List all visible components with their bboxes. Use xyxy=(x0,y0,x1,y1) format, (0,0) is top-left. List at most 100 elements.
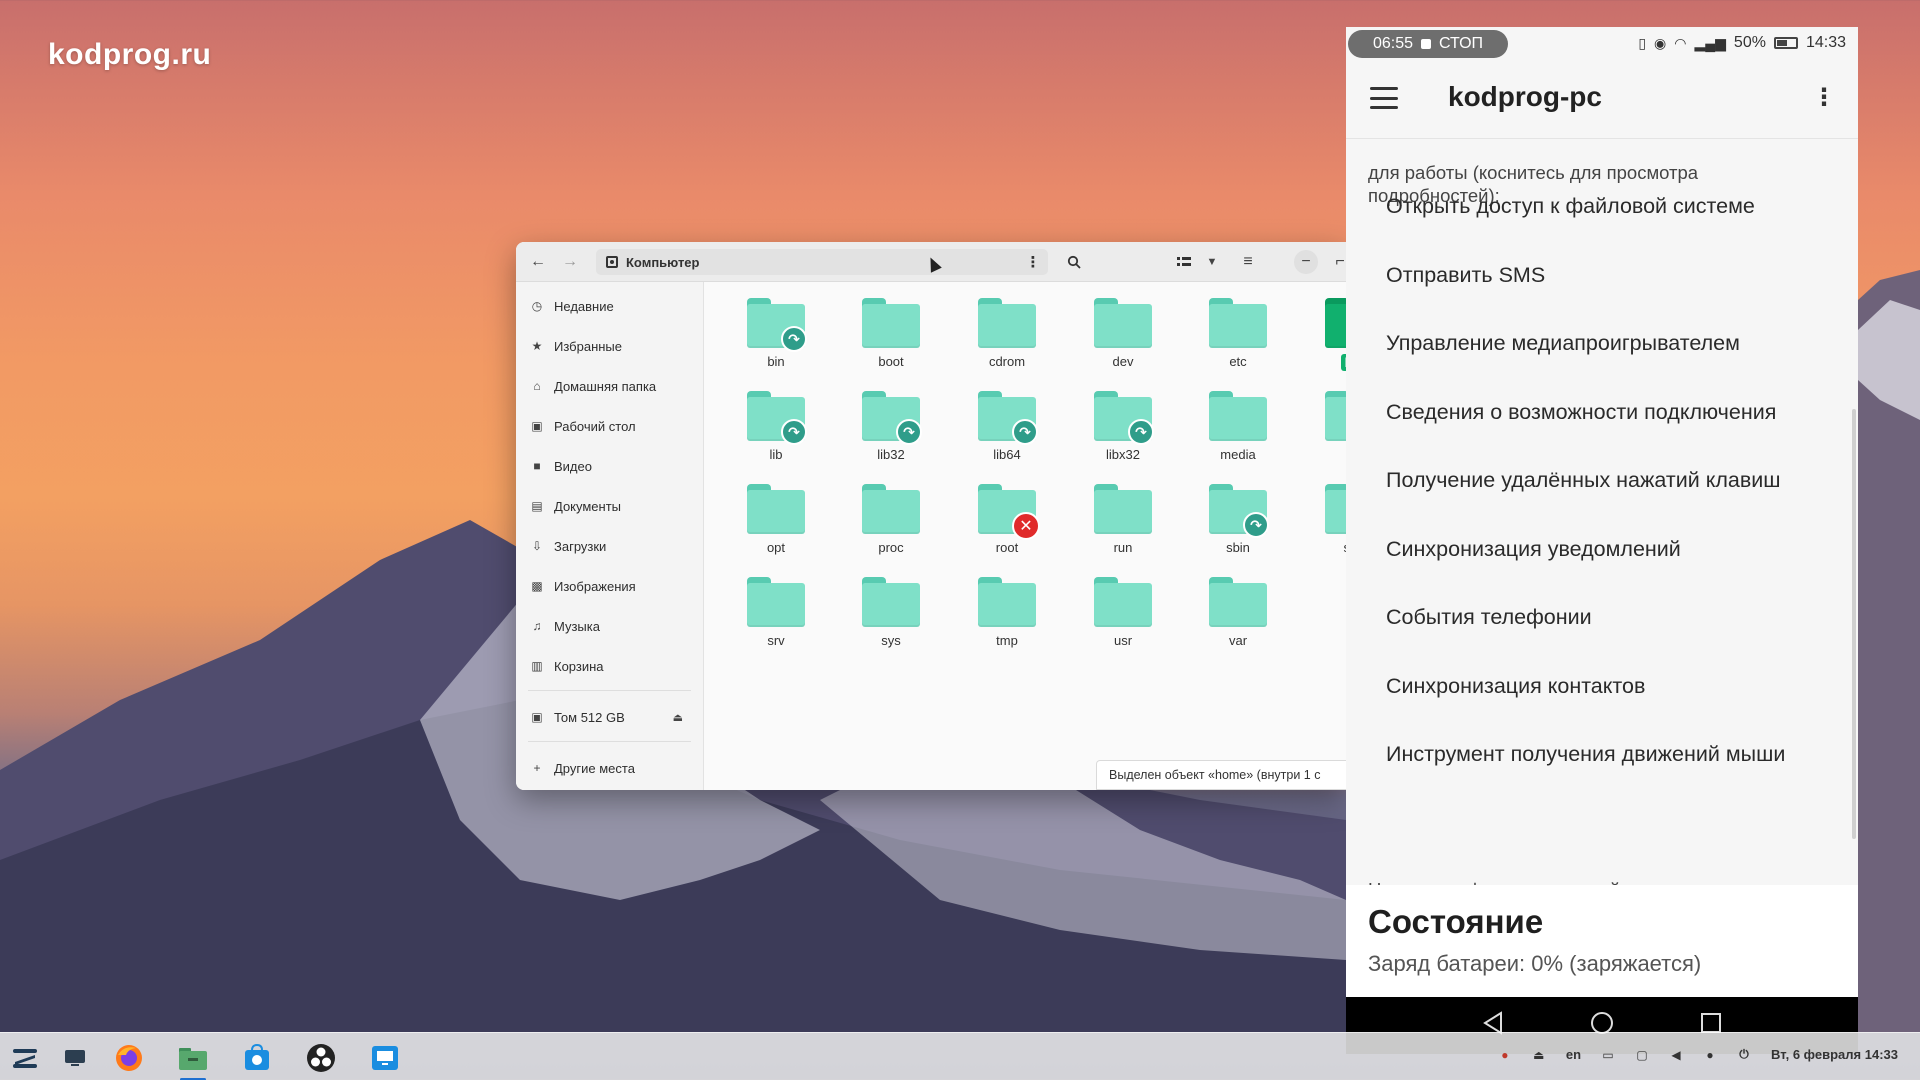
plugin-item[interactable]: События телефонии xyxy=(1386,605,1592,630)
sidebar-item[interactable]: ⌂ Домашняя папка xyxy=(516,366,703,406)
plugin-item[interactable]: Открыть доступ к файловой системе xyxy=(1386,194,1755,219)
folder-item[interactable]: proc xyxy=(843,468,939,558)
desktop-icon: ▣ xyxy=(531,419,543,433)
folder-item[interactable]: mr xyxy=(1306,375,1346,465)
state-section: Состояние Заряд батареи: 0% (заряжается) xyxy=(1346,885,1858,997)
folder-item[interactable]: run xyxy=(1075,468,1171,558)
folder-item[interactable]: etc xyxy=(1190,282,1286,372)
software-store-icon[interactable] xyxy=(240,1041,274,1075)
folder-icon xyxy=(862,298,920,348)
tray-datetime[interactable]: Вт, 6 февраля 14:33 xyxy=(1771,1047,1898,1062)
maximize-button[interactable]: ⌐ xyxy=(1328,250,1346,274)
sidebar-item[interactable]: ▩ Изображения xyxy=(516,566,703,606)
arrow-right-icon: → xyxy=(562,253,578,270)
remote-desktop-icon[interactable] xyxy=(368,1041,402,1075)
folder-icon xyxy=(1209,298,1267,348)
folder-item[interactable]: ↷ lib32 xyxy=(843,375,939,465)
folder-item[interactable]: sys xyxy=(843,561,939,651)
eject-icon[interactable]: ⏏ xyxy=(673,711,683,724)
plugin-item[interactable]: Получение удалённых нажатий клавиш xyxy=(1386,468,1781,493)
more-options-icon[interactable]: ⋮ xyxy=(1812,83,1836,112)
sidebar-item[interactable]: ▤ Документы xyxy=(516,486,703,526)
folder-name: root xyxy=(995,540,1019,555)
firefox-icon[interactable] xyxy=(112,1041,146,1075)
folder-item[interactable]: var xyxy=(1190,561,1286,651)
back-button[interactable]: ← xyxy=(526,250,550,274)
search-button[interactable] xyxy=(1062,250,1086,274)
scrollbar[interactable] xyxy=(1852,409,1856,839)
folder-icon xyxy=(978,577,1036,627)
folder-item[interactable]: media xyxy=(1190,375,1286,465)
plugin-item[interactable]: Инструмент получения движений мыши xyxy=(1386,742,1785,767)
window-icon[interactable]: ▢ xyxy=(1635,1048,1649,1062)
sidebar-item[interactable]: ◷ Недавние xyxy=(516,286,703,326)
folder-icon xyxy=(1094,298,1152,348)
folder-item[interactable]: srv xyxy=(728,561,824,651)
sidebar-item[interactable]: ▥ Корзина xyxy=(516,646,703,686)
folder-item[interactable]: boot xyxy=(843,282,939,372)
plugin-item[interactable]: Синхронизация уведомлений xyxy=(1386,537,1681,562)
sidebar-item-label: Видео xyxy=(554,458,592,474)
sidebar-item[interactable]: ⇩ Загрузки xyxy=(516,526,703,566)
kde-connect-tray-icon[interactable]: ● xyxy=(1498,1048,1512,1062)
path-bar[interactable]: Компьютер ⋮ xyxy=(596,249,1048,275)
symlink-badge-icon: ↷ xyxy=(896,419,922,445)
folder-icon: ↷ xyxy=(1209,484,1269,538)
folder-item[interactable]: ↷ libx32 xyxy=(1075,375,1171,465)
folder-icon: ↷ xyxy=(862,391,922,445)
home-icon: ⌂ xyxy=(533,379,541,393)
sidebar-item-other-places[interactable]: + Другие места xyxy=(516,748,703,788)
plugin-item[interactable]: Синхронизация контактов xyxy=(1386,674,1645,699)
folder-item[interactable]: hor xyxy=(1306,282,1346,372)
plugin-item[interactable]: Управление медиапроигрывателем xyxy=(1386,331,1740,356)
files-icon[interactable] xyxy=(176,1041,210,1080)
folder-item[interactable]: ↷ lib xyxy=(728,375,824,465)
view-options-button[interactable]: ▼ xyxy=(1200,250,1224,274)
sidebar-item[interactable]: ■ Видео xyxy=(516,446,703,486)
file-manager-window: ← → Компьютер ⋮ ▼ ≡ − ⌐ ◷ Недавние ★ Избран… xyxy=(516,242,1346,790)
microphone-icon[interactable]: ● xyxy=(1703,1048,1717,1062)
plugin-item[interactable]: Отправить SMS xyxy=(1386,263,1545,288)
folder-item[interactable]: ↷ lib64 xyxy=(959,375,1055,465)
folder-name: lib32 xyxy=(877,447,905,462)
vibrate-icon: ▯ xyxy=(1638,34,1647,51)
view-toggle-button[interactable] xyxy=(1172,250,1196,274)
folder-item[interactable]: opt xyxy=(728,468,824,558)
sidebar-item[interactable]: ★ Избранные xyxy=(516,326,703,366)
sidebar-item[interactable]: ♫ Музыка xyxy=(516,606,703,646)
folder-item[interactable]: cdrom xyxy=(959,282,1055,372)
folder-item[interactable]: ↷ sbin xyxy=(1190,468,1286,558)
zorin-menu-icon[interactable] xyxy=(8,1041,42,1075)
show-desktop-icon[interactable] xyxy=(58,1041,92,1075)
folder-icon xyxy=(1325,484,1346,534)
folder-item[interactable]: usr xyxy=(1075,561,1171,651)
stop-icon xyxy=(1421,39,1431,49)
screen-icon[interactable]: ▭ xyxy=(1601,1048,1615,1062)
keyboard-layout[interactable]: en xyxy=(1566,1047,1581,1062)
volume-icon[interactable]: ◀ xyxy=(1669,1048,1683,1062)
menu-button[interactable]: ≡ xyxy=(1236,250,1260,274)
mouse-cursor-icon xyxy=(925,254,942,273)
recording-indicator[interactable]: 06:55 СТОП xyxy=(1348,30,1508,58)
eject-tray-icon[interactable]: ⏏ xyxy=(1532,1048,1546,1062)
hamburger-menu-icon[interactable] xyxy=(1370,87,1398,109)
folder-item[interactable]: sna xyxy=(1306,468,1346,558)
forward-button[interactable]: → xyxy=(558,250,582,274)
folder-item[interactable]: dev xyxy=(1075,282,1171,372)
folder-item[interactable]: ✕ root xyxy=(959,468,1055,558)
sidebar-item[interactable]: ▣ Рабочий стол xyxy=(516,406,703,446)
sidebar-item-label: Изображения xyxy=(554,578,636,594)
minimize-button[interactable]: − xyxy=(1294,250,1318,274)
recording-time: 06:55 xyxy=(1372,35,1413,52)
wifi-icon: ◠ xyxy=(1674,34,1687,51)
sidebar-item-volume[interactable]: ▣ Том 512 GB ⏏ xyxy=(516,697,703,737)
obs-icon[interactable] xyxy=(304,1041,338,1075)
folder-icon xyxy=(1094,484,1152,534)
power-icon[interactable]: ⏻ xyxy=(1737,1047,1751,1062)
folder-item[interactable]: ↷ bin xyxy=(728,282,824,372)
plugin-item[interactable]: Сведения о возможности подключения xyxy=(1386,400,1776,425)
folder-name: cdrom xyxy=(988,354,1026,369)
path-menu-icon[interactable]: ⋮ xyxy=(1018,249,1048,275)
folder-item[interactable]: tmp xyxy=(959,561,1055,651)
folder-name: proc xyxy=(878,540,904,555)
